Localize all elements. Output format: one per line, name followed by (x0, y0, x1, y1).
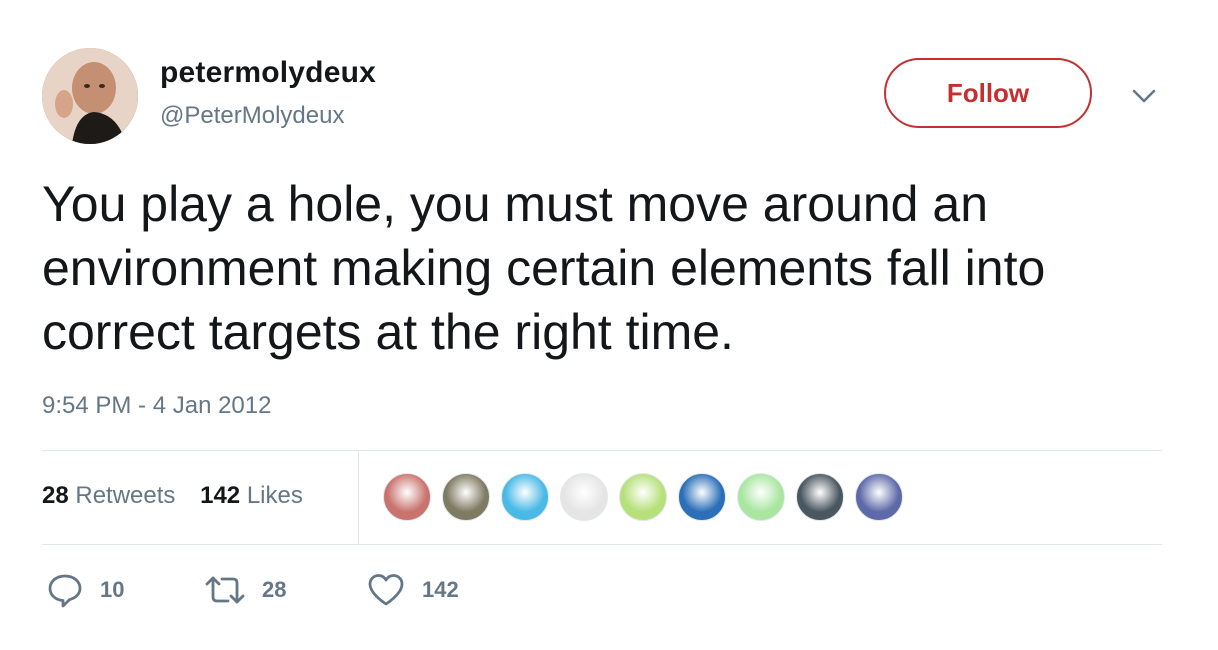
liker-avatar-5[interactable] (619, 473, 667, 521)
reply-bubble-icon (46, 571, 84, 609)
retweets-stat-label: Retweets (75, 482, 176, 509)
retweet-count: 28 (262, 577, 287, 602)
like-button[interactable]: 142 (366, 568, 459, 612)
reply-count: 10 (100, 577, 125, 602)
user-handle[interactable]: @PeterMolydeux (160, 102, 344, 130)
avatar[interactable] (42, 48, 138, 144)
retweet-arrows-icon (204, 571, 246, 609)
liker-avatar-3[interactable] (501, 473, 549, 521)
tweet-card: petermolydeux @PeterMolydeux Follow You … (0, 0, 1218, 650)
liker-avatar-9[interactable] (855, 473, 903, 521)
tweet-timestamp[interactable]: 9:54 PM - 4 Jan 2012 (42, 392, 271, 420)
liker-avatars (383, 473, 914, 523)
liker-avatar-2[interactable] (442, 473, 490, 521)
display-name[interactable]: petermolydeux (160, 56, 376, 90)
tweet-stats: 28 Retweets 142 Likes (42, 482, 321, 510)
chevron-down-icon[interactable] (1130, 86, 1158, 106)
liker-avatar-4[interactable] (560, 473, 608, 521)
avatar-photo (42, 48, 138, 144)
like-count: 142 (422, 577, 459, 602)
liker-avatar-6[interactable] (678, 473, 726, 521)
reply-button[interactable]: 10 (46, 568, 124, 612)
liker-avatar-1[interactable] (383, 473, 431, 521)
retweets-stat[interactable]: 28 Retweets (42, 482, 175, 510)
likes-stat[interactable]: 142 Likes (200, 482, 303, 510)
retweet-button[interactable]: 28 (204, 568, 286, 612)
stats-top-divider (42, 450, 1162, 451)
tweet-text: You play a hole, you must move around an… (42, 176, 1046, 360)
follow-button[interactable]: Follow (884, 58, 1092, 128)
likes-stat-label: Likes (246, 482, 303, 509)
likes-stat-count: 142 (200, 482, 241, 509)
liker-avatar-8[interactable] (796, 473, 844, 521)
stats-bottom-divider (42, 544, 1162, 545)
retweets-stat-count: 28 (42, 482, 69, 509)
stats-vertical-divider (358, 450, 359, 544)
liker-avatar-7[interactable] (737, 473, 785, 521)
heart-icon (366, 571, 406, 609)
